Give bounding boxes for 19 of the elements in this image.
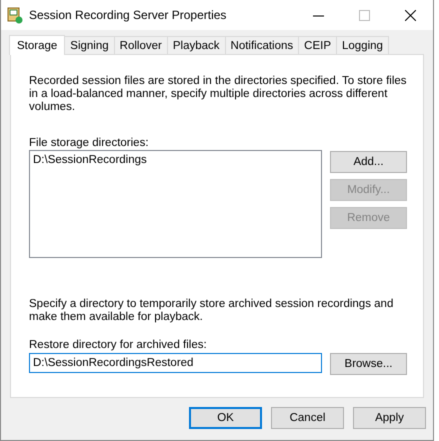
tab[interactable]: Storage — [9, 35, 66, 55]
restore-directory-field[interactable]: D:\SessionRecordingsRestored — [29, 353, 322, 373]
description-text: Recorded session files are stored in the directories specified. To store files in a load-balanced manner, specify multiple directories across different volumes. — [29, 75, 408, 114]
restore-description-text: Specify a directory to temporarily store archived session recordings and make them available for playback. — [29, 298, 394, 324]
dialog-button[interactable]: Apply — [353, 407, 426, 429]
browse-button[interactable]: Browse... — [330, 353, 407, 375]
server-app-icon — [7, 6, 23, 24]
restore-label: Restore directory for archived files: — [29, 338, 208, 352]
dialog-button[interactable]: Cancel — [271, 407, 344, 429]
close-icon[interactable] — [404, 10, 416, 20]
dialog-button[interactable]: OK — [189, 407, 262, 429]
tab[interactable]: Signing — [64, 36, 115, 54]
window-title: Session Recording Server Properties — [29, 8, 228, 22]
directory-list[interactable]: D:\SessionRecordings — [29, 150, 322, 258]
list-label: File storage directories: — [29, 136, 150, 150]
tab[interactable]: Logging — [336, 36, 389, 54]
list-button[interactable]: Add... — [330, 151, 407, 173]
tab[interactable]: Playback — [166, 36, 226, 54]
directory-item[interactable]: D:\SessionRecordings — [33, 153, 318, 167]
